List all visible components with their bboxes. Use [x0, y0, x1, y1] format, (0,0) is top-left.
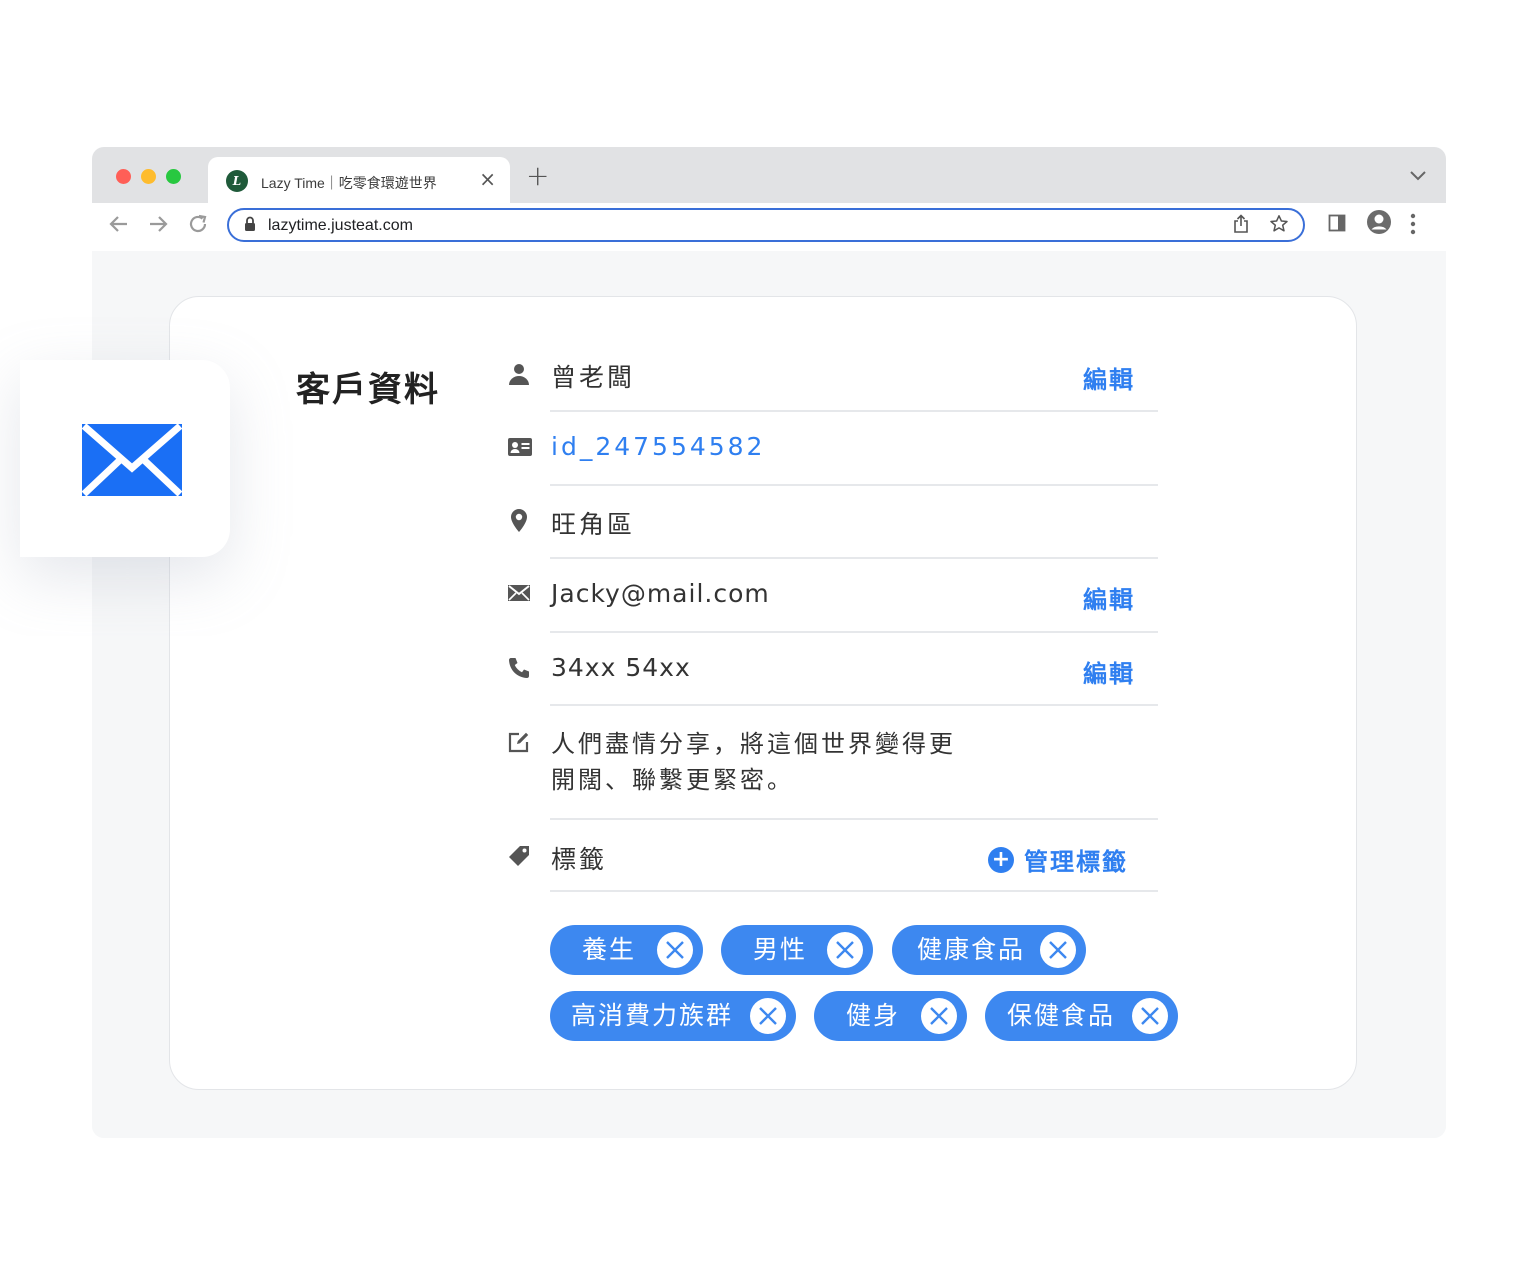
plus-circle-icon: + [988, 846, 1014, 873]
sidebar-icon[interactable] [1328, 213, 1346, 237]
remove-tag-icon[interactable] [827, 932, 863, 968]
favicon-icon: L [226, 170, 248, 192]
location-pin-icon [507, 508, 531, 532]
remove-tag-icon[interactable] [750, 998, 786, 1034]
remove-tag-icon[interactable] [921, 998, 957, 1034]
close-window-button[interactable] [116, 169, 131, 184]
divider [550, 818, 1158, 820]
tag-chip-label: 保健食品 [1006, 1001, 1115, 1030]
tag-chip: 健身 [814, 991, 967, 1041]
arrow-right-icon[interactable] [147, 213, 169, 241]
reload-icon[interactable] [187, 213, 209, 241]
minimize-window-button[interactable] [141, 169, 156, 184]
customer-phone: 34xx 54xx [551, 653, 691, 682]
profile-icon[interactable] [1366, 209, 1392, 240]
arrow-left-icon[interactable] [108, 213, 130, 241]
maximize-window-button[interactable] [166, 169, 181, 184]
manage-tags-button[interactable]: + 管理標籤 [988, 842, 1128, 876]
share-icon[interactable] [1233, 214, 1249, 239]
lock-icon [244, 216, 256, 236]
customer-name: 曾老闆 [551, 363, 636, 392]
tag-chip-label: 健身 [845, 1001, 900, 1030]
remove-tag-icon[interactable] [657, 932, 693, 968]
edit-note-icon [507, 730, 531, 754]
mail-icon [507, 584, 531, 608]
tag-chip-label: 養生 [581, 935, 636, 964]
manage-tags-label: 管理標籤 [1024, 848, 1128, 876]
browser-toolbar: lazytime.justeat.com [92, 203, 1446, 251]
edit-phone-button[interactable]: 編輯 [1083, 654, 1135, 689]
close-tab-icon[interactable]: × [479, 169, 496, 189]
divider [550, 557, 1158, 559]
customer-email: Jacky@mail.com [551, 579, 770, 608]
remove-tag-icon[interactable] [1040, 932, 1076, 968]
mail-tile [20, 360, 230, 557]
address-bar[interactable]: lazytime.justeat.com [227, 208, 1305, 242]
new-tab-icon[interactable]: + [526, 162, 549, 190]
phone-icon [507, 656, 531, 680]
tag-chip: 健康食品 [892, 925, 1086, 975]
divider [550, 484, 1158, 486]
divider [550, 410, 1158, 412]
tags-label: 標籤 [551, 845, 608, 874]
envelope-icon [81, 423, 183, 497]
page-title: 客戶資料 [296, 370, 440, 410]
customer-id: id_247554582 [551, 432, 766, 461]
customer-district: 旺角區 [551, 510, 636, 539]
tag-chip-label: 男性 [752, 935, 807, 964]
tag-chip: 養生 [550, 925, 703, 975]
tag-chip: 保健食品 [985, 991, 1178, 1041]
tag-chip-label: 健康食品 [916, 935, 1025, 964]
user-icon [507, 362, 531, 386]
url-text: lazytime.justeat.com [268, 217, 413, 234]
id-card-icon [507, 436, 532, 460]
remove-tag-icon[interactable] [1132, 998, 1168, 1034]
bio-line-1: 人們盡情分享，將這個世界變得更 [551, 730, 956, 758]
divider [550, 631, 1158, 633]
tag-chip: 高消費力族群 [550, 991, 796, 1041]
customer-bio: 人們盡情分享，將這個世界變得更 開闊、聯繫更緊密。 [551, 726, 981, 798]
edit-name-button[interactable]: 編輯 [1083, 360, 1135, 395]
divider [550, 890, 1158, 892]
tag-chip: 男性 [721, 925, 873, 975]
edit-email-button[interactable]: 編輯 [1083, 580, 1135, 615]
bio-line-2: 開闊、聯繫更緊密。 [551, 766, 794, 794]
tab-title: Lazy Time｜吃零食環遊世界 [261, 175, 437, 191]
star-icon[interactable] [1269, 214, 1289, 239]
tab-strip: L Lazy Time｜吃零食環遊世界 × + [92, 147, 1446, 203]
tag-icon [507, 844, 531, 868]
divider [550, 704, 1158, 706]
tag-chip-label: 高消費力族群 [570, 1001, 733, 1030]
chevron-down-icon[interactable] [1410, 165, 1426, 186]
tab-lazytime[interactable]: L Lazy Time｜吃零食環遊世界 × [208, 157, 510, 203]
more-vertical-icon[interactable] [1410, 213, 1416, 240]
